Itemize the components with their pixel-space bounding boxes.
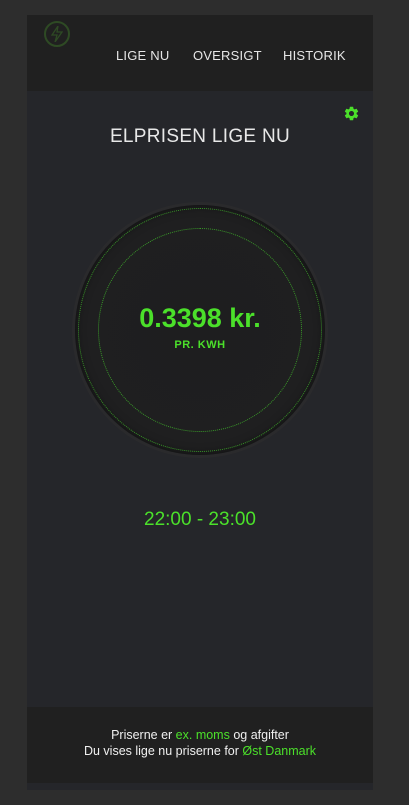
price-unit: PR. KWH [174,339,226,351]
lightning-bolt-icon[interactable] [44,21,70,47]
region-highlight[interactable]: Øst Danmark [242,744,316,758]
footer-text: Du vises lige nu priserne for [83,744,243,758]
footer-text: og afgifter [229,728,289,742]
time-range: 22:00 - 23:00 [144,509,256,530]
footer-vat-note: Priserne er ex. moms og afgifter [27,728,373,742]
app-container: LIGE NU OVERSIGT HISTORIK ELPRISEN LIGE … [27,15,373,790]
footer-region-note: Du vises lige nu priserne for Øst Danmar… [27,744,373,758]
price-gauge: 0.3398 kr. PR. KWH [75,205,325,455]
vat-highlight: ex. moms [175,728,230,742]
page-title: ELPRISEN LIGE NU [109,126,291,147]
nav-oversigt[interactable]: OVERSIGT [193,48,262,63]
footer-text: Priserne er [111,728,176,742]
gear-icon[interactable] [343,105,360,122]
nav-lige-nu[interactable]: LIGE NU [116,48,169,63]
nav-historik[interactable]: HISTORIK [283,48,346,63]
footer: Priserne er ex. moms og afgifter Du vise… [27,707,373,783]
top-navigation-bar: LIGE NU OVERSIGT HISTORIK [27,15,373,91]
current-price: 0.3398 kr. [139,303,261,333]
